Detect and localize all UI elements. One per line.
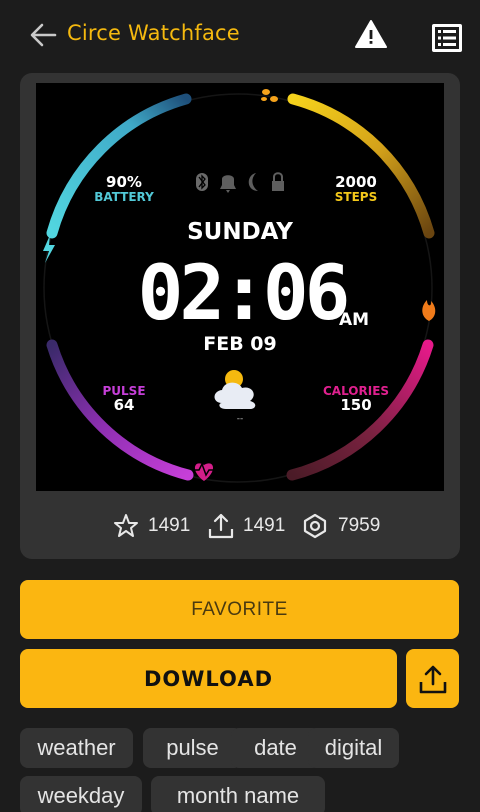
- ampm-text: AM: [339, 310, 369, 330]
- heart-pulse-icon: [193, 462, 215, 481]
- views-count: 7959: [338, 515, 381, 536]
- tag-chip[interactable]: weather: [20, 728, 133, 768]
- lock-icon: [272, 172, 284, 191]
- watchface-card: 90% BATTERY 2000 STEPS SUNDAY 02:06 AM F…: [20, 73, 460, 559]
- flame-icon: [422, 300, 436, 321]
- list-icon[interactable]: [430, 22, 464, 54]
- share-icon: [208, 513, 234, 539]
- tag-chip[interactable]: digital: [308, 728, 399, 768]
- steps-arc: [287, 93, 435, 239]
- watchface-preview[interactable]: 90% BATTERY 2000 STEPS SUNDAY 02:06 AM F…: [36, 83, 444, 491]
- weather-temp: --: [237, 414, 244, 424]
- tag-chip[interactable]: weekday: [20, 776, 142, 812]
- steps-label: STEPS: [335, 190, 377, 204]
- page-title: Circe Watchface: [67, 21, 240, 45]
- arrow-left-icon[interactable]: [28, 20, 58, 50]
- weather-icon: [214, 370, 256, 409]
- favorite-button[interactable]: FAVORITE: [20, 580, 459, 639]
- favorites-stat: 1491: [113, 511, 190, 541]
- download-button[interactable]: DOWLOAD: [20, 649, 397, 708]
- views-stat: 7959: [301, 511, 380, 541]
- tag-chip[interactable]: pulse: [143, 728, 242, 768]
- calories-value: 150: [340, 396, 371, 414]
- time-text: 02:06: [138, 248, 347, 337]
- bell-icon: [220, 175, 236, 193]
- lightning-icon: [43, 235, 55, 263]
- battery-label: BATTERY: [94, 190, 154, 204]
- tag-chip[interactable]: date: [231, 728, 320, 768]
- battery-value: 90%: [106, 173, 142, 191]
- share-button[interactable]: [406, 649, 459, 708]
- eye-icon: [303, 513, 327, 539]
- tag-chip[interactable]: month name: [151, 776, 325, 812]
- battery-arc: [46, 93, 192, 239]
- app-bar: Circe Watchface: [0, 0, 480, 72]
- steps-value: 2000: [335, 173, 377, 191]
- bluetooth-icon: [196, 173, 208, 191]
- shares-stat: 1491: [208, 511, 285, 541]
- stats-row: 1491 1491 7959: [20, 503, 460, 543]
- weekday-text: SUNDAY: [187, 219, 293, 245]
- moon-icon: [248, 173, 258, 191]
- shares-count: 1491: [243, 515, 286, 536]
- favorites-count: 1491: [148, 515, 191, 536]
- upload-share-icon: [419, 665, 446, 693]
- star-icon: [114, 514, 138, 537]
- watchface-graphic: 90% BATTERY 2000 STEPS SUNDAY 02:06 AM F…: [43, 89, 436, 483]
- date-text: FEB 09: [203, 333, 277, 355]
- pulse-value: 64: [114, 396, 135, 414]
- warning-icon[interactable]: [354, 18, 388, 50]
